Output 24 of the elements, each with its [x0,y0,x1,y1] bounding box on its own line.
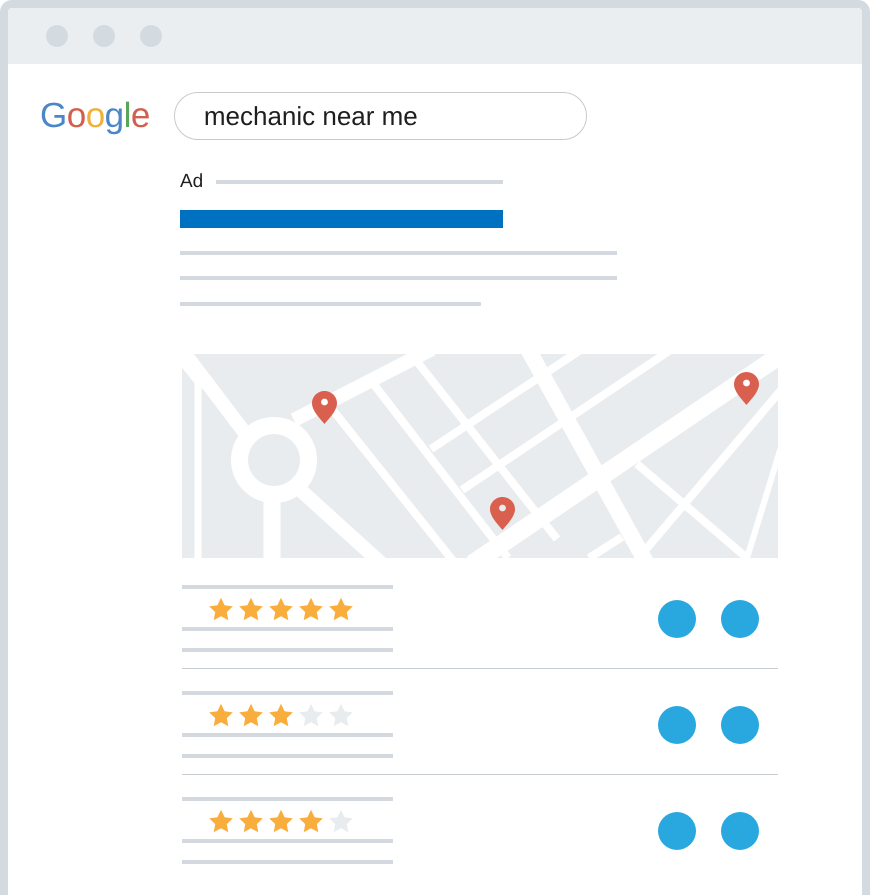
map-pin-icon[interactable] [490,497,515,530]
map-pin-icon[interactable] [312,391,337,424]
action-button[interactable] [721,812,759,850]
star-icon [298,809,324,833]
star-icon [268,809,294,833]
search-field[interactable]: mechanic near me [174,92,587,140]
map-pin-icon[interactable] [734,372,759,405]
star-icon [268,703,294,727]
star-icon [328,597,354,621]
action-button[interactable] [658,706,696,744]
star-icon [268,597,294,621]
action-button[interactable] [658,600,696,638]
action-button[interactable] [721,600,759,638]
ad-label: Ad [180,170,204,194]
star-icon [238,597,264,621]
logo[interactable]: Google [40,94,150,138]
star-icon [298,597,324,621]
action-button[interactable] [658,812,696,850]
star-icon [208,703,234,727]
star-icon [238,703,264,727]
star-icon [208,597,234,621]
star-icon [208,809,234,833]
star-icon [238,809,264,833]
action-button[interactable] [721,706,759,744]
